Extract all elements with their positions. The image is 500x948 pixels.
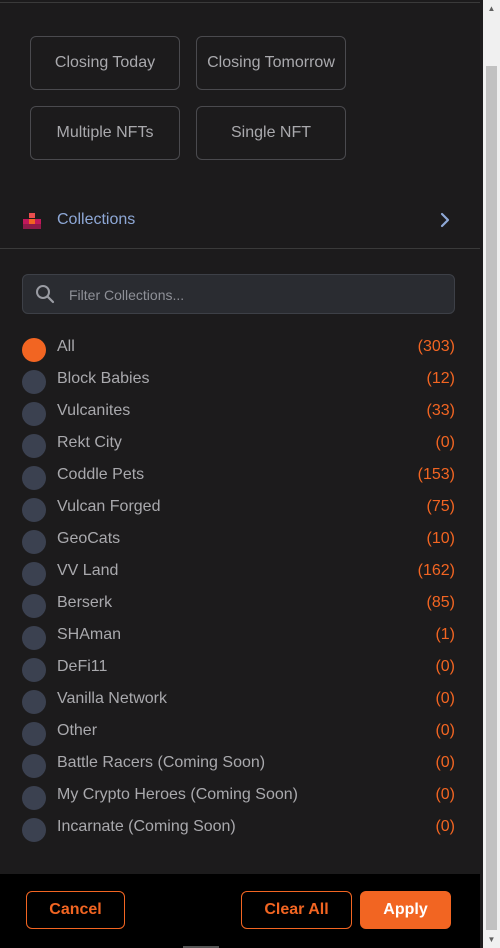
collection-row[interactable]: DeFi11 (0): [0, 652, 480, 684]
collection-row[interactable]: Incarnate (Coming Soon) (0): [0, 812, 480, 844]
cancel-button[interactable]: Cancel: [26, 891, 125, 929]
collection-count: (12): [426, 370, 455, 387]
collection-name: Vulcan Forged: [57, 498, 161, 515]
chevron-right-icon[interactable]: [438, 211, 452, 229]
collection-radio[interactable]: [22, 818, 46, 842]
collection-name: VV Land: [57, 562, 119, 579]
filter-closing-today-button[interactable]: Closing Today: [30, 36, 180, 90]
collection-name: Other: [57, 722, 98, 739]
collection-name: Incarnate (Coming Soon): [57, 818, 236, 835]
collection-count: (0): [435, 754, 455, 771]
collection-name: Battle Racers (Coming Soon): [57, 754, 266, 771]
collection-search-box[interactable]: [22, 274, 455, 315]
collection-count: (75): [426, 498, 455, 515]
collection-name: GeoCats: [57, 530, 121, 547]
scroll-down-arrow-icon[interactable]: ▼: [483, 931, 500, 948]
filter-multiple-nfts-button[interactable]: Multiple NFTs: [30, 106, 180, 160]
collection-radio[interactable]: [22, 434, 46, 458]
collection-radio[interactable]: [22, 626, 46, 650]
collection-count: (10): [426, 530, 455, 547]
top-divider: [0, 2, 480, 3]
collections-label: Collections: [57, 211, 136, 228]
apply-button[interactable]: Apply: [360, 891, 451, 929]
collection-count: (0): [435, 658, 455, 675]
collection-radio[interactable]: [22, 690, 46, 714]
collection-radio[interactable]: [22, 754, 46, 778]
collection-search-input[interactable]: [67, 275, 451, 315]
collection-count: (153): [417, 466, 455, 483]
vertical-scrollbar[interactable]: ▲ ▼: [483, 0, 500, 948]
collection-row[interactable]: Block Babies (12): [0, 364, 480, 396]
collection-row[interactable]: Vanilla Network (0): [0, 684, 480, 716]
collection-row[interactable]: Berserk (85): [0, 588, 480, 620]
collection-row[interactable]: Coddle Pets (153): [0, 460, 480, 492]
collections-icon: [23, 213, 41, 229]
collection-name: DeFi11: [57, 658, 108, 675]
collection-name: My Crypto Heroes (Coming Soon): [57, 786, 298, 803]
filter-panel: Closing Today Closing Tomorrow Multiple …: [0, 0, 500, 948]
collection-row[interactable]: Rekt City (0): [0, 428, 480, 460]
collection-count: (1): [435, 626, 455, 643]
collection-radio[interactable]: [22, 658, 46, 682]
collections-header[interactable]: Collections: [0, 196, 480, 244]
collection-name: Rekt City: [57, 434, 122, 451]
collection-radio[interactable]: [22, 466, 46, 490]
collection-list: All (303) Block Babies (12) Vulcanites (33) Re…: [0, 332, 480, 844]
collection-count: (0): [435, 722, 455, 739]
scroll-up-arrow-icon[interactable]: ▲: [483, 0, 500, 17]
collection-count: (0): [435, 690, 455, 707]
collection-row[interactable]: Vulcan Forged (75): [0, 492, 480, 524]
filter-single-nft-button[interactable]: Single NFT: [196, 106, 346, 160]
collection-row[interactable]: Battle Racers (Coming Soon) (0): [0, 748, 480, 780]
collection-name: Vanilla Network: [57, 690, 167, 707]
collection-radio[interactable]: [22, 338, 46, 362]
filter-closing-tomorrow-button[interactable]: Closing Tomorrow: [196, 36, 346, 90]
collection-row[interactable]: GeoCats (10): [0, 524, 480, 556]
collection-name: Vulcanites: [57, 402, 131, 419]
collection-count: (0): [435, 786, 455, 803]
collection-count: (85): [426, 594, 455, 611]
collection-count: (33): [426, 402, 455, 419]
collection-row[interactable]: All (303): [0, 332, 480, 364]
collection-count: (0): [435, 434, 455, 451]
collection-radio[interactable]: [22, 722, 46, 746]
search-icon: [36, 285, 55, 304]
filter-footer: Cancel Clear All Apply: [0, 874, 480, 948]
collection-count: (162): [417, 562, 455, 579]
collection-count: (303): [417, 338, 455, 355]
collection-name: Block Babies: [57, 370, 150, 387]
collection-radio[interactable]: [22, 370, 46, 394]
collection-row[interactable]: My Crypto Heroes (Coming Soon) (0): [0, 780, 480, 812]
collection-name: Coddle Pets: [57, 466, 145, 483]
collection-name: Berserk: [57, 594, 113, 611]
collection-radio[interactable]: [22, 498, 46, 522]
scrollbar-thumb[interactable]: [486, 66, 497, 930]
collection-row[interactable]: VV Land (162): [0, 556, 480, 588]
collection-row[interactable]: Vulcanites (33): [0, 396, 480, 428]
collection-radio[interactable]: [22, 402, 46, 426]
collection-row[interactable]: Other (0): [0, 716, 480, 748]
collection-radio[interactable]: [22, 562, 46, 586]
collection-row[interactable]: SHAman (1): [0, 620, 480, 652]
section-divider: [0, 248, 480, 249]
collection-name: SHAman: [57, 626, 122, 643]
collection-count: (0): [435, 818, 455, 835]
collection-radio[interactable]: [22, 530, 46, 554]
collection-name: All: [57, 338, 75, 355]
collection-radio[interactable]: [22, 786, 46, 810]
collection-radio[interactable]: [22, 594, 46, 618]
clear-all-button[interactable]: Clear All: [241, 891, 352, 929]
